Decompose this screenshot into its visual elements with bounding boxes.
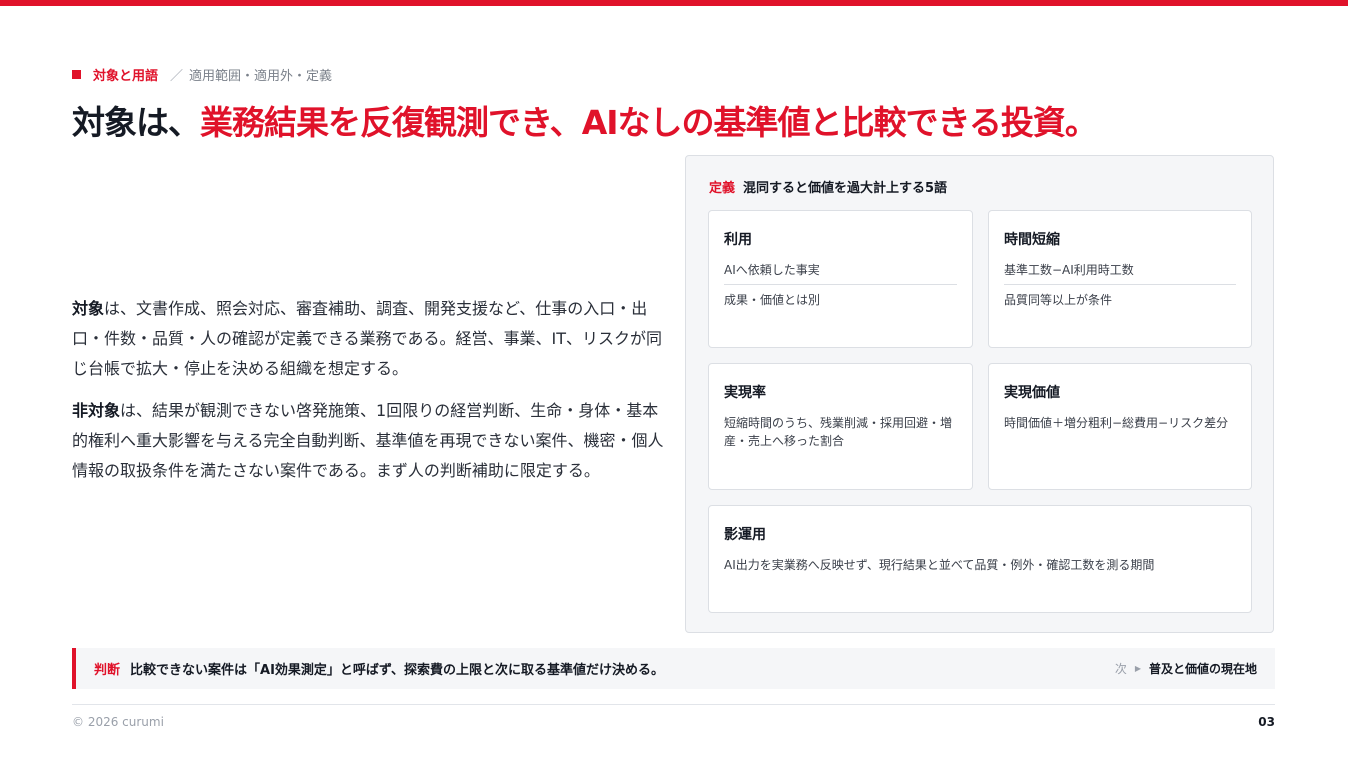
top-accent-bar	[0, 0, 1348, 6]
judgment-text: 比較できない案件は「AI効果測定」と呼ばず、探索費の上限と次に取る基準値だけ決め…	[130, 663, 665, 678]
section-square-icon	[72, 69, 81, 79]
section-subtitle: 適用範囲・適用外・定義	[189, 68, 333, 84]
term-note: 成果・価値とは別	[724, 293, 821, 307]
term-title: 実現価値	[1004, 385, 1060, 401]
term-definition: AIへ依頼した事実	[724, 263, 820, 277]
footer-divider	[72, 704, 1275, 705]
out-of-scope-text: は、結果が観測できない啓発施策、1回限りの経営判断、生命・身体・基本的権利へ重大…	[72, 401, 664, 480]
page-headline: 対象は、業務結果を反復観測でき、AIなしの基準値と比較できる投資。	[72, 96, 1098, 144]
term-title: 利用	[724, 232, 752, 248]
page-number: 03	[1258, 715, 1275, 729]
term-note: 品質同等以上が条件	[1004, 293, 1113, 307]
judgment-tag: 判断	[94, 663, 121, 678]
headline-lead: 対象は、	[72, 103, 201, 142]
scope-paragraph: 対象は、文書作成、照会対応、審査補助、調査、開発支援など、仕事の入口・出口・件数…	[72, 294, 664, 384]
section-title: 対象と用語	[93, 68, 159, 84]
scope-lead: 対象	[72, 299, 105, 318]
out-of-scope-lead: 非対象	[72, 401, 121, 420]
term-definition: AI出力を実業務へ反映せず、現行結果と並べて品質・例外・確認工数を測る期間	[724, 558, 1155, 572]
scope-text: は、文書作成、照会対応、審査補助、調査、開発支援など、仕事の入口・出口・件数・品…	[72, 299, 663, 378]
section-label: 対象と用語 ／ 適用範囲・適用外・定義	[72, 64, 332, 84]
term-card-shadow-operation: 影運用 AI出力を実業務へ反映せず、現行結果と並べて品質・例外・確認工数を測る期…	[708, 505, 1252, 613]
next-section-link[interactable]: 次 ▶ 普及と価値の現在地	[1115, 648, 1257, 689]
term-card-usage: 利用 AIへ依頼した事実 成果・価値とは別	[708, 210, 973, 348]
term-title: 影運用	[724, 527, 766, 543]
next-section-title: 普及と価値の現在地	[1148, 662, 1257, 676]
next-label: 次	[1114, 662, 1127, 676]
out-of-scope-paragraph: 非対象は、結果が観測できない啓発施策、1回限りの経営判断、生命・身体・基本的権利…	[72, 396, 664, 486]
term-title: 時間短縮	[1004, 232, 1060, 248]
term-card-time-saving: 時間短縮 基準工数−AI利用時工数 品質同等以上が条件	[988, 210, 1252, 348]
term-title: 実現率	[724, 385, 766, 401]
term-definition: 時間価値＋増分粗利−総費用−リスク差分	[1004, 416, 1229, 430]
headline-emphasis: 業務結果を反復観測でき、AIなしの基準値と比較できる投資。	[200, 103, 1098, 142]
copyright: © 2026 curumi	[72, 715, 164, 729]
term-card-realization-rate: 実現率 短縮時間のうち、残業削減・採用回避・増産・売上へ移った割合	[708, 363, 973, 490]
definitions-panel: 定義 混同すると価値を過大計上する5語 利用 AIへ依頼した事実 成果・価値とは別…	[685, 155, 1274, 633]
term-definition: 基準工数−AI利用時工数	[1004, 263, 1134, 277]
panel-title: 定義 混同すると価値を過大計上する5語	[709, 177, 947, 196]
panel-heading: 混同すると価値を過大計上する5語	[743, 181, 948, 196]
section-separator: ／	[170, 68, 184, 84]
term-definition: 短縮時間のうち、残業削減・採用回避・増産・売上へ移った割合	[724, 416, 953, 448]
card-divider	[1004, 284, 1236, 285]
term-card-realized-value: 実現価値 時間価値＋増分粗利−総費用−リスク差分	[988, 363, 1252, 490]
arrow-right-icon: ▶	[1134, 664, 1141, 673]
judgment-callout: 判断 比較できない案件は「AI効果測定」と呼ばず、探索費の上限と次に取る基準値だ…	[72, 648, 1275, 689]
panel-tag: 定義	[709, 181, 736, 196]
card-divider	[724, 284, 957, 285]
